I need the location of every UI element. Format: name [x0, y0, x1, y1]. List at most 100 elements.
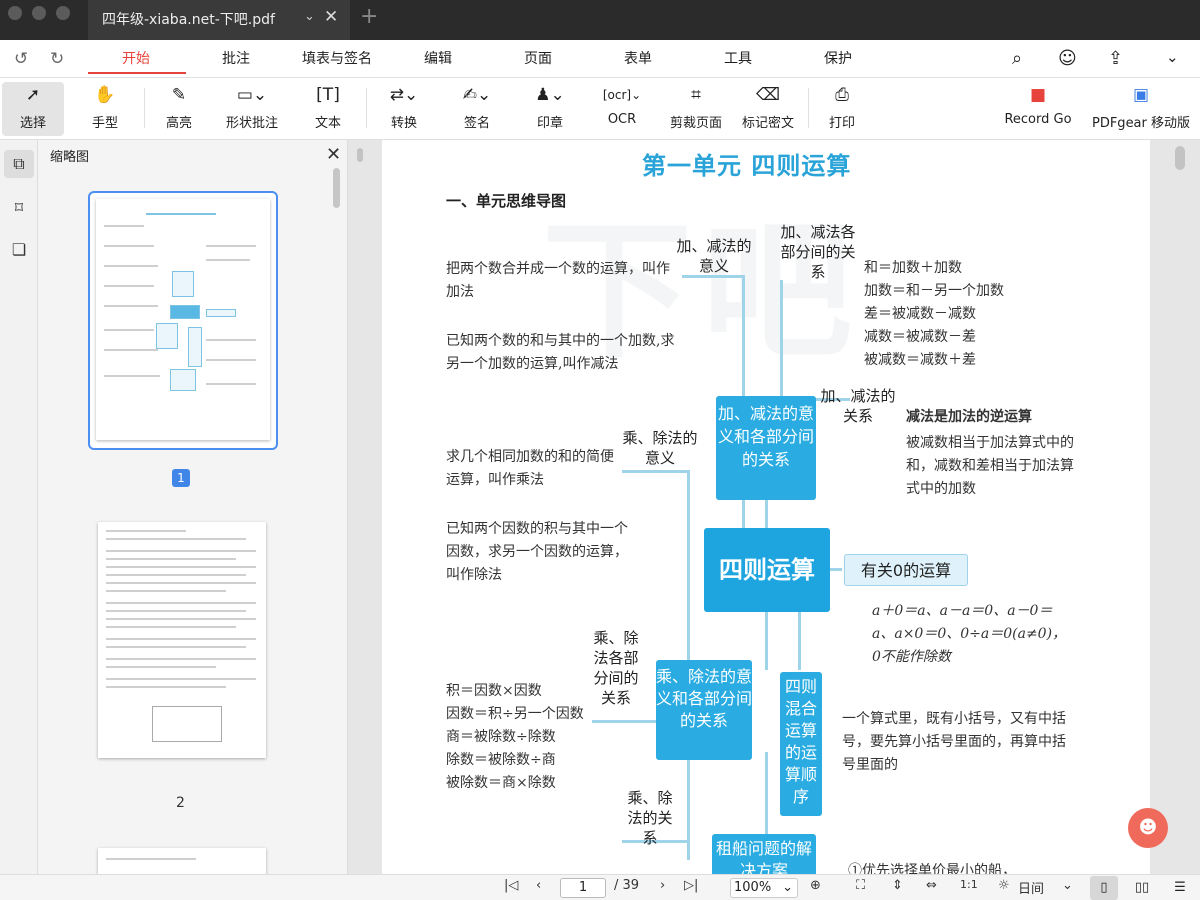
- stamp-tool[interactable]: ♟⌄ 印章: [520, 82, 580, 136]
- subtraction-inverse-title: 减法是加法的逆运算: [906, 409, 1032, 425]
- bookmark-icon[interactable]: ⌑: [4, 194, 34, 222]
- stamp-icon: ♟⌄: [535, 85, 565, 105]
- addition-definition: 把两个数合并成一个数的运算，叫作加法: [446, 261, 670, 300]
- next-page-icon[interactable]: ›: [660, 878, 665, 893]
- previous-page-icon[interactable]: ‹: [536, 878, 541, 893]
- menu-fill-sign[interactable]: 填表与签名: [302, 48, 372, 68]
- text-tool[interactable]: [T] 文本: [300, 82, 356, 136]
- menu-start[interactable]: 开始: [122, 48, 150, 68]
- search-icon[interactable]: ⌕: [1012, 48, 1022, 69]
- undo-icon[interactable]: ↺: [14, 49, 28, 69]
- mul-div-node: 乘、除法的意义和各部分间的关系: [656, 660, 752, 760]
- crop-icon: ⌗: [691, 85, 701, 105]
- mul-div-meaning-label: 乘、除法的意义: [622, 429, 698, 467]
- multiplication-definition: 求几个相同加数的和的简便运算，叫作乘法: [446, 449, 614, 488]
- fit-width-icon[interactable]: ⇔: [926, 878, 937, 893]
- printer-icon: ⎙: [835, 85, 849, 105]
- redact-tool[interactable]: ⌫ 标记密文: [736, 82, 800, 136]
- continuous-scroll-icon[interactable]: ☰: [1166, 876, 1194, 900]
- page-number-input[interactable]: 1: [560, 878, 606, 898]
- crop-page-tool[interactable]: ⌗ 剪裁页面: [664, 82, 728, 136]
- assistant-bot-icon[interactable]: ☻: [1128, 808, 1168, 848]
- highlighter-icon: ✎: [171, 85, 187, 105]
- mul-div-relations: 积＝因数×因数 因数＝积÷另一个因数 商＝被除数÷除数 除数＝被除数÷商 被除数…: [446, 683, 584, 791]
- order-rule-text: 一个算式里，既有小括号，又有中括号，要先算小括号里面的，再算中括号里面的: [842, 711, 1066, 773]
- menu-annotate[interactable]: 批注: [222, 48, 250, 68]
- chevron-down-icon[interactable]: ⌄: [1062, 878, 1073, 893]
- pdfgear-mobile-button[interactable]: ▣ PDFgear 移动版: [1086, 82, 1196, 136]
- title-bar: 四年级-xiaba.net-下吧.pdf ⌄ ✕ +: [0, 0, 1200, 40]
- support-icon[interactable]: ☺: [1058, 48, 1077, 69]
- add-sub-parts-label: 加、减法各部分间的关系: [780, 223, 856, 281]
- active-menu-underline: [88, 72, 186, 74]
- rectangle-icon: ▭⌄: [236, 85, 268, 105]
- mul-div-relation-label: 乘、除法的关系: [627, 789, 673, 847]
- unit-title: 第一单元 四则运算: [642, 152, 852, 180]
- chevron-down-icon[interactable]: ⌄: [1166, 48, 1179, 66]
- vertical-scrollbar[interactable]: [1175, 146, 1185, 170]
- day-mode-icon[interactable]: ☼: [998, 878, 1010, 893]
- document-viewer[interactable]: 下吧 第一单元 四则运算 一、单元思维导图 把两个数合并成一个数的运算，叫作加法…: [348, 140, 1200, 874]
- actual-size-icon[interactable]: 1:1: [960, 878, 978, 891]
- add-sub-relation-label: 加、减法的关系: [820, 387, 896, 425]
- chevron-down-icon[interactable]: ⌄: [304, 9, 315, 24]
- menu-protect[interactable]: 保护: [824, 48, 852, 68]
- zoom-in-icon[interactable]: ⊕: [810, 878, 821, 893]
- record-go-button[interactable]: ■ Record Go: [998, 82, 1078, 136]
- reading-mode-select[interactable]: 日间: [1018, 878, 1044, 897]
- single-page-view-icon[interactable]: ▯: [1090, 876, 1118, 900]
- cursor-icon: ➚: [25, 85, 41, 105]
- sign-tool[interactable]: ✍⌄ 签名: [446, 82, 508, 136]
- menu-page[interactable]: 页面: [524, 48, 552, 68]
- toolbar: ➚ 选择 ✋ 手型 ✎ 高亮 ▭⌄ 形状批注 [T] 文本 ⇄⌄ 转换 ✍⌄ 签…: [0, 78, 1200, 140]
- new-tab-icon[interactable]: +: [360, 4, 378, 29]
- comments-icon[interactable]: ❏: [4, 236, 34, 264]
- close-icon[interactable]: ✕: [326, 144, 341, 165]
- page-number-badge: 1: [172, 469, 190, 487]
- minimize-window-button[interactable]: [32, 6, 46, 20]
- two-page-view-icon[interactable]: ▯▯: [1128, 876, 1156, 900]
- left-scrollbar[interactable]: [357, 148, 363, 162]
- add-sub-node: 加、减法的意义和各部分间的关系: [716, 396, 816, 500]
- redo-icon[interactable]: ↻: [50, 49, 64, 69]
- division-definition: 已知两个因数的积与其中一个因数，求另一个因数的运算，叫作除法: [446, 521, 628, 583]
- menu-tools[interactable]: 工具: [724, 48, 752, 68]
- first-page-icon[interactable]: |◁: [504, 878, 518, 893]
- fit-page-icon[interactable]: ⛶: [856, 878, 865, 893]
- hand-tool[interactable]: ✋ 手型: [74, 82, 136, 136]
- thumbnail-panel: 缩略图 ✕ 1 2: [38, 140, 348, 874]
- thumbnail-scrollbar[interactable]: [333, 168, 340, 208]
- print-tool[interactable]: ⎙ 打印: [816, 82, 868, 136]
- four-operations-node: 四则运算: [704, 528, 830, 612]
- thumbnail-page-3[interactable]: [98, 848, 266, 874]
- thumbnail-page-2[interactable]: [98, 522, 266, 758]
- thumbnails-icon[interactable]: ⧉: [4, 150, 34, 178]
- pdf-page: 下吧 第一单元 四则运算 一、单元思维导图 把两个数合并成一个数的运算，叫作加法…: [382, 140, 1150, 874]
- shape-annotation-tool[interactable]: ▭⌄ 形状批注: [216, 82, 288, 136]
- signature-icon: ✍⌄: [462, 85, 492, 105]
- ocr-tool[interactable]: [ocr]⌄ OCR: [592, 82, 652, 136]
- thumbnail-page-1[interactable]: [88, 191, 278, 450]
- section-heading: 一、单元思维导图: [446, 192, 567, 210]
- close-window-button[interactable]: [8, 6, 22, 20]
- select-tool[interactable]: ➚ 选择: [2, 82, 64, 136]
- add-sub-meaning-label: 加、减法的意义: [676, 237, 752, 275]
- total-pages-label: / 39: [614, 878, 640, 893]
- highlight-tool[interactable]: ✎ 高亮: [150, 82, 208, 136]
- last-page-icon[interactable]: ▷|: [684, 878, 698, 893]
- status-bar: |◁ ‹ 1 / 39 › ▷| 100% ⌄ ⊕ ⛶ ⇕ ⇔ 1:1 ☼ 日间 …: [0, 874, 1200, 900]
- fit-height-icon[interactable]: ⇕: [892, 878, 903, 893]
- document-tab[interactable]: 四年级-xiaba.net-下吧.pdf ⌄ ✕: [88, 0, 350, 40]
- video-camera-icon: ■: [1029, 85, 1047, 105]
- zoom-select[interactable]: 100% ⌄: [730, 878, 798, 898]
- zoom-window-button[interactable]: [56, 6, 70, 20]
- menu-edit[interactable]: 编辑: [424, 48, 452, 68]
- convert-tool[interactable]: ⇄⌄ 转换: [374, 82, 434, 136]
- share-icon[interactable]: ⇪: [1108, 48, 1123, 69]
- hand-icon: ✋: [94, 85, 116, 105]
- mixed-operations-order-node: 四则混合运算的运算顺序: [780, 672, 822, 816]
- close-tab-icon[interactable]: ✕: [324, 7, 338, 27]
- boat-rental-node: 租船问题的解决方案: [712, 834, 816, 874]
- separator: [144, 88, 145, 128]
- menu-form[interactable]: 表单: [624, 48, 652, 68]
